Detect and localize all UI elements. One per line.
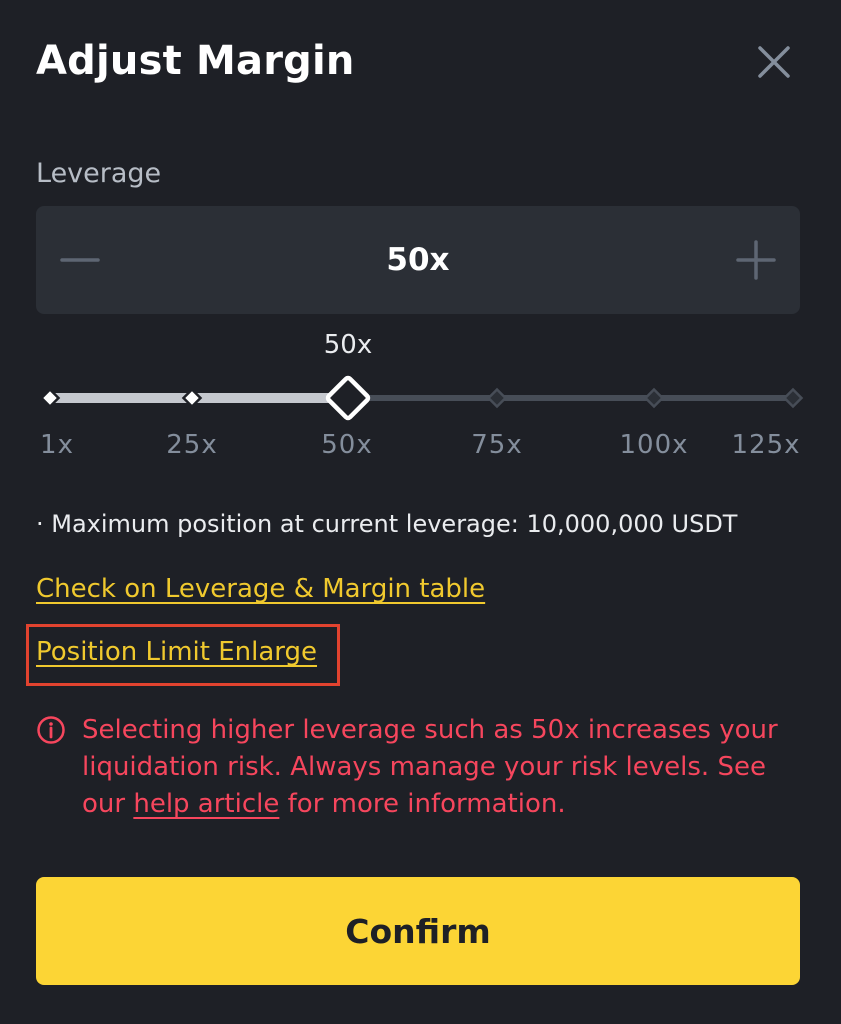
leverage-margin-table-link[interactable]: Check on Leverage & Margin table	[36, 574, 485, 604]
position-limit-enlarge-link[interactable]: Position Limit Enlarge	[36, 637, 317, 667]
confirm-button[interactable]: Confirm	[36, 877, 800, 985]
slider-handle[interactable]	[325, 375, 371, 421]
slider-tick-label: 125x	[731, 430, 801, 460]
close-icon	[758, 46, 790, 78]
leverage-label: Leverage	[36, 158, 162, 189]
slider-tick-75x[interactable]	[486, 387, 508, 409]
help-article-link[interactable]: help article	[133, 789, 279, 819]
info-circle-icon	[37, 716, 65, 744]
leverage-value[interactable]: 50x	[36, 206, 800, 314]
slider-value-bubble: 50x	[323, 330, 373, 360]
increase-leverage-button[interactable]	[726, 230, 786, 290]
warning-text-after: for more information.	[279, 789, 566, 819]
slider-tick-25x[interactable]	[181, 387, 203, 409]
slider-tick-label: 75x	[471, 430, 523, 460]
close-button[interactable]	[752, 40, 796, 84]
slider-tick-label: 50x	[321, 430, 373, 460]
leverage-risk-warning: Selecting higher leverage such as 50x in…	[82, 712, 782, 823]
slider-tick-label: 25x	[166, 430, 218, 460]
dialog-title: Adjust Margin	[36, 38, 355, 84]
leverage-stepper: 50x	[36, 206, 800, 314]
slider-tick-125x[interactable]	[782, 387, 804, 409]
plus-icon	[736, 240, 776, 280]
leverage-slider[interactable]	[0, 370, 841, 430]
slider-tick-100x[interactable]	[643, 387, 665, 409]
max-position-info: · Maximum position at current leverage: …	[36, 510, 738, 538]
slider-tick-label: 100x	[619, 430, 689, 460]
slider-tick-1x[interactable]	[39, 387, 61, 409]
slider-tick-label: 1x	[40, 430, 74, 460]
